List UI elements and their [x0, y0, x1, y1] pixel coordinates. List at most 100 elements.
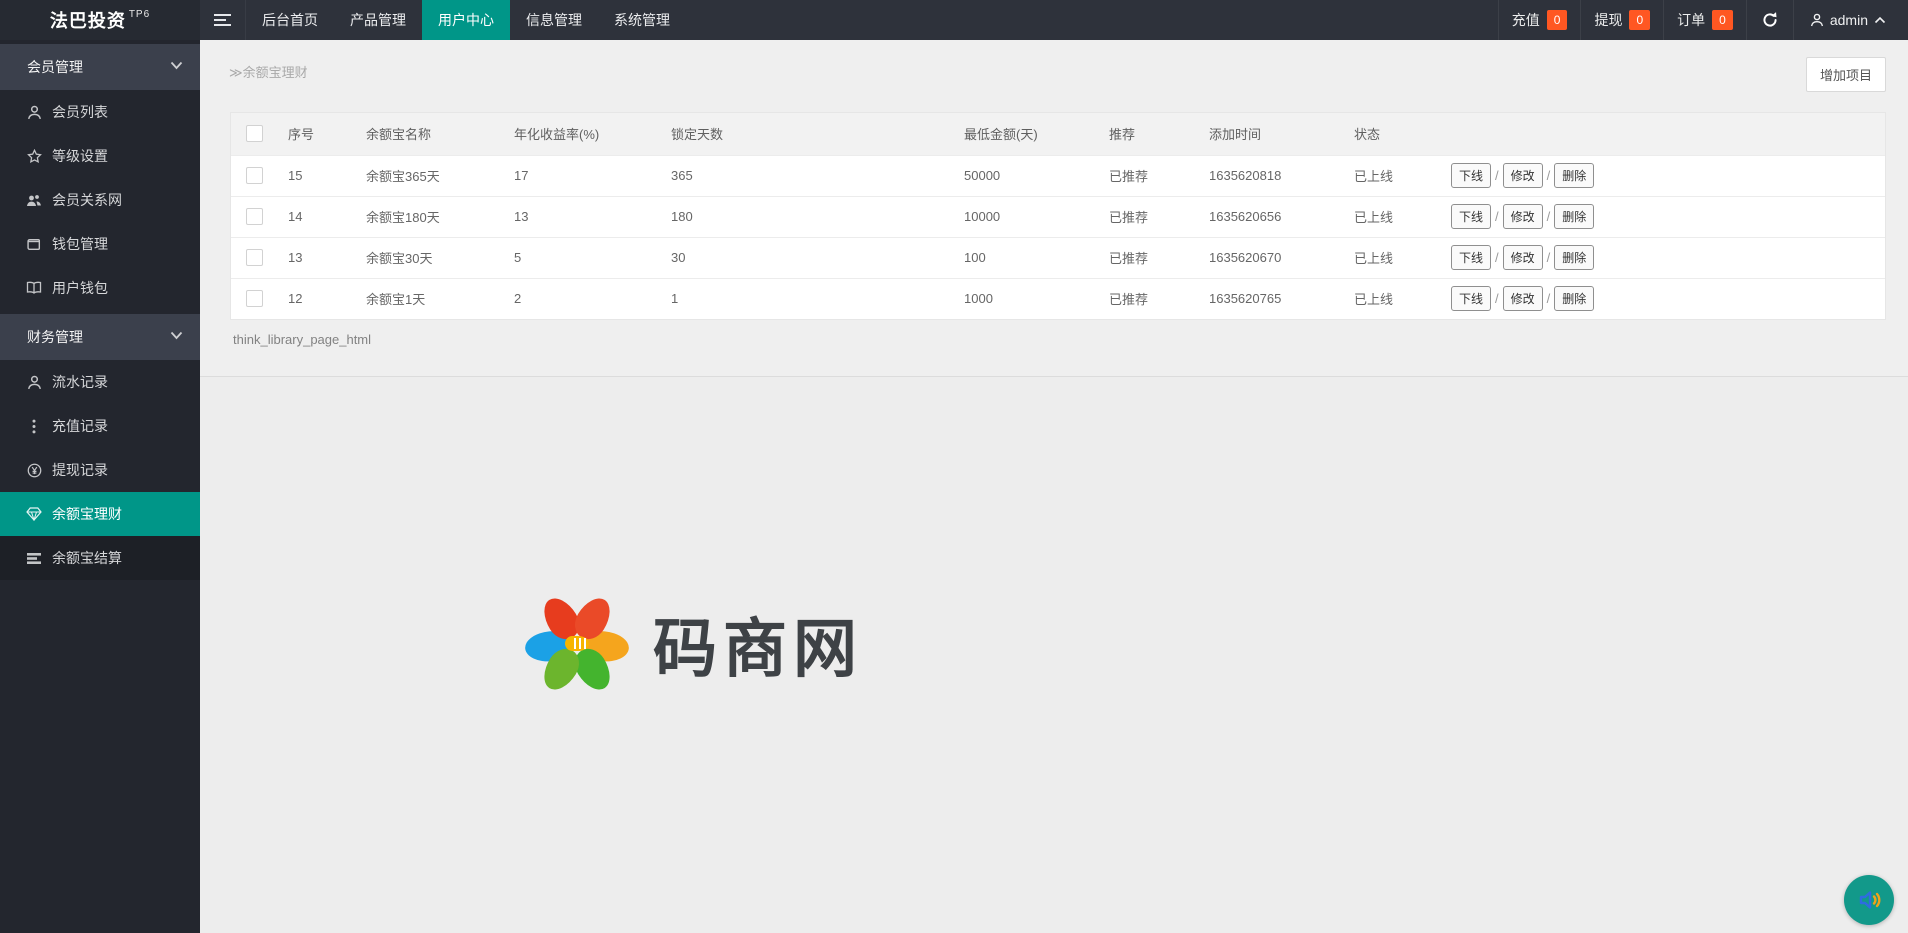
cell-status: 已上线 — [1349, 278, 1446, 319]
table-row: 12 余额宝1天 2 1 1000 已推荐 1635620765 已上线 下线/… — [231, 278, 1885, 319]
yuebao-table: 序号 余额宝名称 年化收益率(%) 锁定天数 最低金额(天) 推荐 添加时间 状… — [231, 113, 1885, 319]
col-header-rate: 年化收益率(%) — [509, 113, 666, 155]
action-separator: / — [1547, 168, 1551, 183]
flower-logo-icon — [525, 590, 629, 698]
action-separator: / — [1547, 291, 1551, 306]
col-header-time: 添加时间 — [1204, 113, 1349, 155]
action-separator: / — [1495, 168, 1499, 183]
breadcrumb-label: 余额宝理财 — [243, 65, 308, 80]
recharge-counter[interactable]: 充值 0 — [1498, 0, 1581, 40]
delete-button[interactable]: 删除 — [1554, 245, 1594, 270]
cell-rate: 5 — [509, 237, 666, 278]
row-checkbox[interactable] — [246, 208, 263, 225]
bee-icon — [565, 636, 589, 651]
order-counter-badge: 0 — [1712, 10, 1733, 30]
sidebar-item-yuebao-finance[interactable]: 余额宝理财 — [0, 492, 200, 536]
watermark: 码商网 — [525, 590, 863, 698]
cell-time: 1635620670 — [1204, 237, 1349, 278]
user-icon — [26, 374, 42, 390]
edit-button[interactable]: 修改 — [1503, 163, 1543, 188]
edit-button[interactable]: 修改 — [1503, 286, 1543, 311]
offline-button[interactable]: 下线 — [1451, 245, 1491, 270]
cell-name: 余额宝180天 — [361, 196, 509, 237]
action-separator: / — [1547, 209, 1551, 224]
cell-name: 余额宝30天 — [361, 237, 509, 278]
cell-min: 100 — [959, 237, 1104, 278]
cell-status: 已上线 — [1349, 237, 1446, 278]
cell-days: 180 — [666, 196, 959, 237]
wallet-icon — [26, 236, 42, 252]
sidebar-item-label: 用户钱包 — [52, 278, 108, 298]
open-book-icon — [26, 280, 42, 296]
nav-tab-information[interactable]: 信息管理 — [510, 0, 598, 40]
nav-tab-dashboard[interactable]: 后台首页 — [246, 0, 334, 40]
refresh-button[interactable] — [1746, 0, 1793, 40]
app-logo: 法巴投资 TP6 — [0, 0, 200, 40]
cell-rate: 2 — [509, 278, 666, 319]
delete-button[interactable]: 删除 — [1554, 163, 1594, 188]
action-separator: / — [1547, 250, 1551, 265]
row-checkbox[interactable] — [246, 249, 263, 266]
delete-button[interactable]: 删除 — [1554, 286, 1594, 311]
edit-button[interactable]: 修改 — [1503, 245, 1543, 270]
gem-icon — [26, 506, 42, 522]
sidebar-item-label: 等级设置 — [52, 146, 108, 166]
withdraw-counter[interactable]: 提现 0 — [1580, 0, 1663, 40]
topbar: 法巴投资 TP6 后台首页 产品管理 用户中心 信息管理 系统管理 充值 0 提… — [0, 0, 1908, 40]
cell-name: 余额宝1天 — [361, 278, 509, 319]
action-separator: / — [1495, 291, 1499, 306]
row-checkbox[interactable] — [246, 167, 263, 184]
pagination-placeholder-text: think_library_page_html — [233, 332, 371, 347]
col-header-status: 状态 — [1349, 113, 1446, 155]
withdraw-counter-badge: 0 — [1629, 10, 1650, 30]
collapse-menu-button[interactable] — [200, 0, 246, 40]
cell-recommend: 已推荐 — [1104, 278, 1204, 319]
col-header-id: 序号 — [283, 113, 361, 155]
table-row: 14 余额宝180天 13 180 10000 已推荐 1635620656 已… — [231, 196, 1885, 237]
nav-tab-products[interactable]: 产品管理 — [334, 0, 422, 40]
sidebar-item-user-wallet[interactable]: 用户钱包 — [0, 266, 200, 310]
sidebar: 会员管理 会员列表 等级设置 会员关系网 钱包管理 用户钱包 财务管理 — [0, 40, 200, 933]
sidebar-item-flow-records[interactable]: 流水记录 — [0, 360, 200, 404]
offline-button[interactable]: 下线 — [1451, 204, 1491, 229]
order-counter[interactable]: 订单 0 — [1663, 0, 1746, 40]
cell-min: 1000 — [959, 278, 1104, 319]
col-header-days: 锁定天数 — [666, 113, 959, 155]
nav-tab-system[interactable]: 系统管理 — [598, 0, 686, 40]
delete-button[interactable]: 删除 — [1554, 204, 1594, 229]
cell-min: 10000 — [959, 196, 1104, 237]
select-all-checkbox[interactable] — [246, 125, 263, 142]
sidebar-item-yuebao-settlement[interactable]: 余额宝结算 — [0, 536, 200, 580]
user-icon — [26, 104, 42, 120]
users-icon — [26, 192, 42, 208]
col-header-recommend: 推荐 — [1104, 113, 1204, 155]
nav-tab-user-center[interactable]: 用户中心 — [422, 0, 510, 40]
cell-rate: 13 — [509, 196, 666, 237]
row-checkbox[interactable] — [246, 290, 263, 307]
sidebar-item-member-network[interactable]: 会员关系网 — [0, 178, 200, 222]
username: admin — [1830, 12, 1868, 28]
offline-button[interactable]: 下线 — [1451, 286, 1491, 311]
sidebar-item-level-settings[interactable]: 等级设置 — [0, 134, 200, 178]
cell-id: 14 — [283, 196, 361, 237]
sidebar-item-recharge-records[interactable]: 充值记录 — [0, 404, 200, 448]
offline-button[interactable]: 下线 — [1451, 163, 1491, 188]
add-item-button[interactable]: 增加项目 — [1806, 57, 1886, 92]
user-menu[interactable]: admin — [1793, 0, 1908, 40]
recharge-counter-badge: 0 — [1547, 10, 1568, 30]
edit-button[interactable]: 修改 — [1503, 204, 1543, 229]
col-header-min: 最低金额(天) — [959, 113, 1104, 155]
sidebar-item-member-list[interactable]: 会员列表 — [0, 90, 200, 134]
cell-name: 余额宝365天 — [361, 155, 509, 196]
sidebar-group-members[interactable]: 会员管理 — [0, 44, 200, 90]
sidebar-item-wallet-management[interactable]: 钱包管理 — [0, 222, 200, 266]
cell-recommend: 已推荐 — [1104, 196, 1204, 237]
sidebar-item-withdraw-records[interactable]: 提现记录 — [0, 448, 200, 492]
col-header-name: 余额宝名称 — [361, 113, 509, 155]
app-logo-version: TP6 — [129, 9, 150, 20]
table-row: 13 余额宝30天 5 30 100 已推荐 1635620670 已上线 下线… — [231, 237, 1885, 278]
audio-announcement-button[interactable] — [1844, 875, 1894, 925]
sidebar-group-finance[interactable]: 财务管理 — [0, 314, 200, 360]
sidebar-group-members-label: 会员管理 — [27, 57, 83, 77]
sidebar-item-label: 会员关系网 — [52, 190, 122, 210]
